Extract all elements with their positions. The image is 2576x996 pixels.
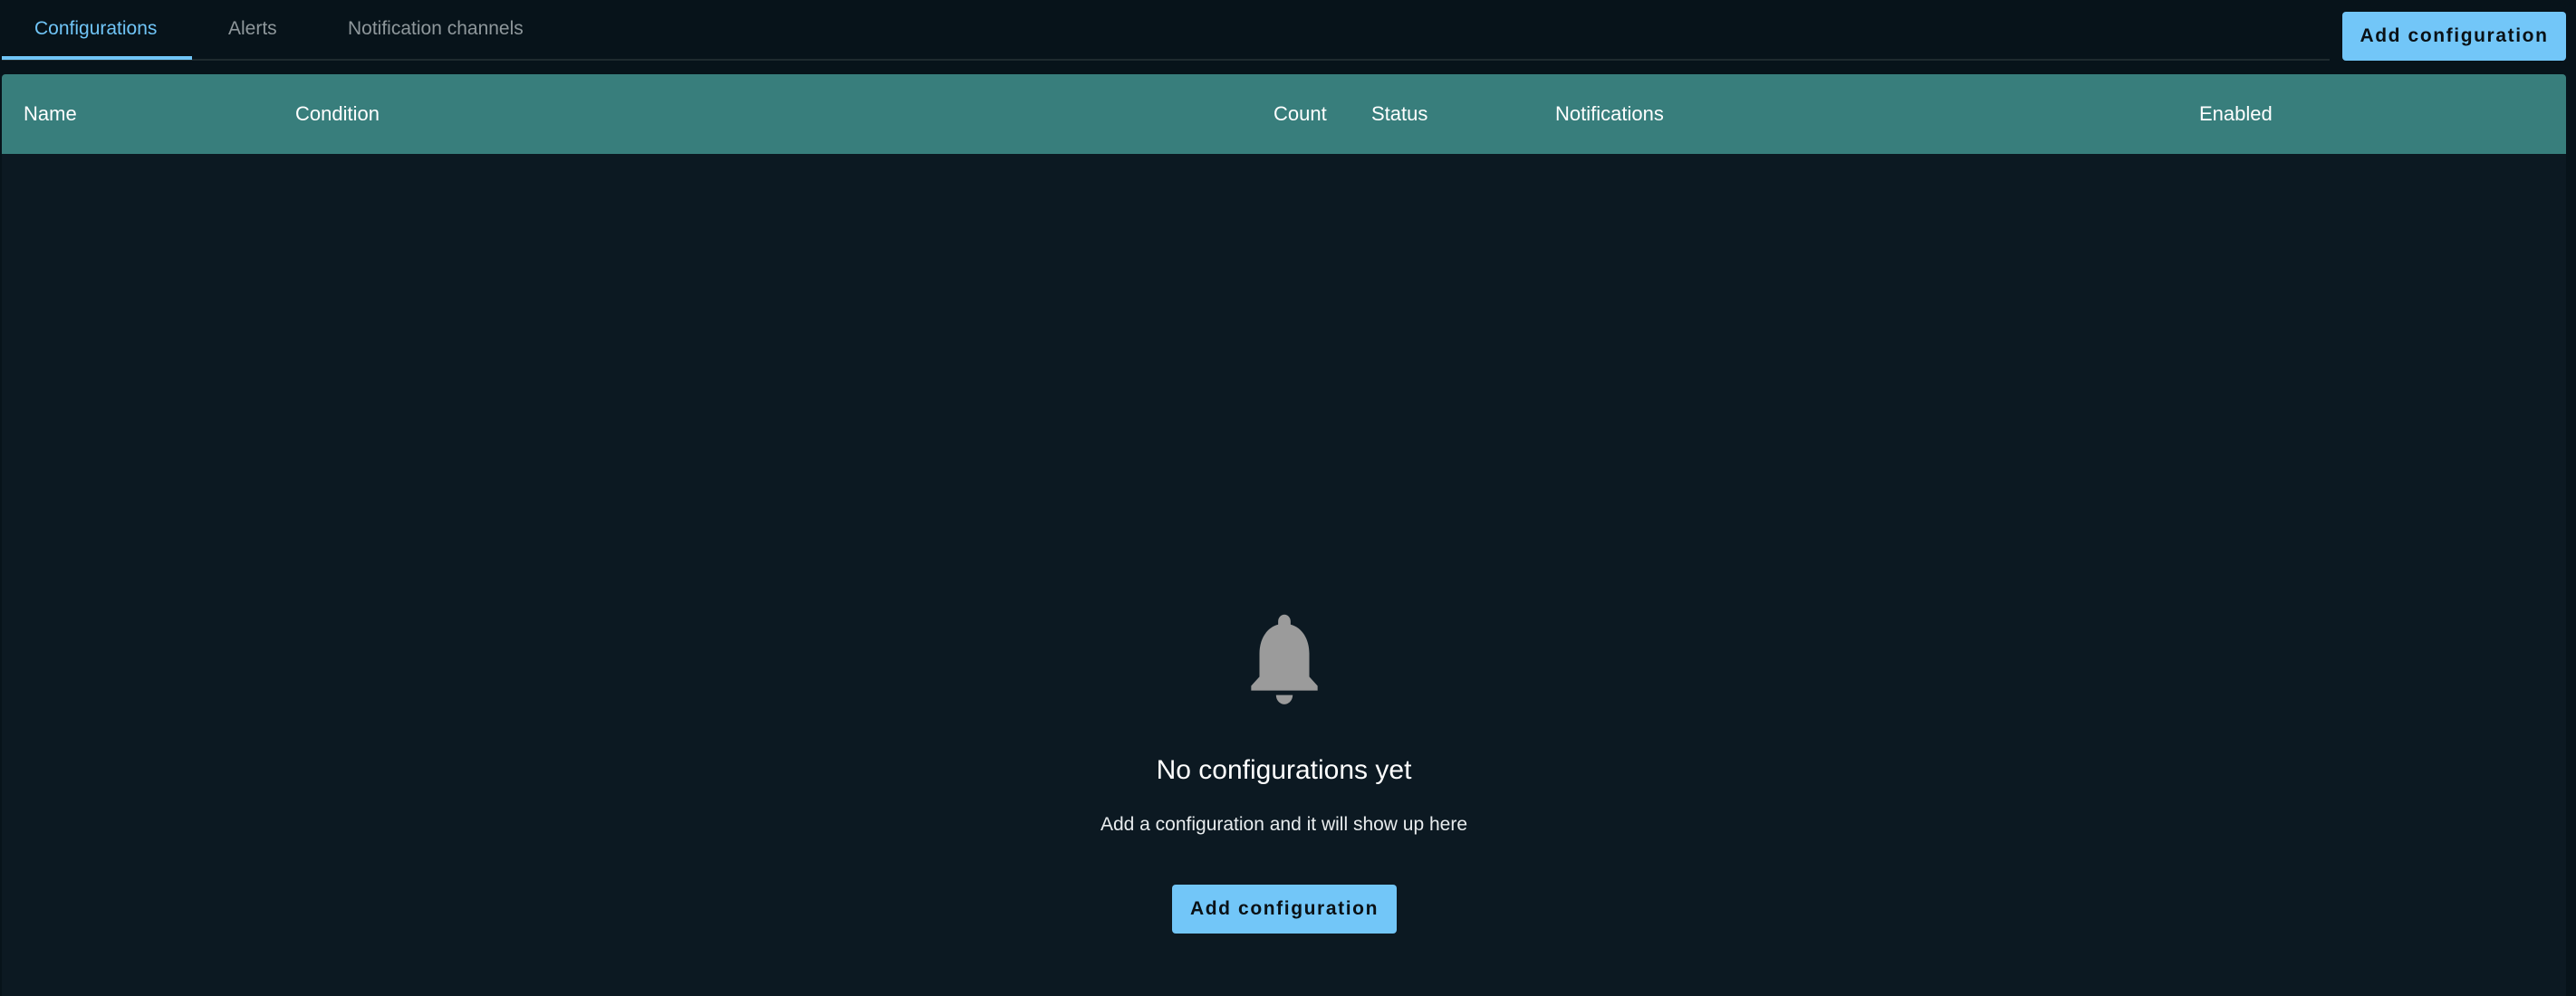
column-header-name[interactable]: Name (24, 74, 77, 154)
configurations-table: Name Condition Count Status Notification… (2, 74, 2566, 996)
add-configuration-button[interactable]: Add configuration (2342, 12, 2566, 61)
tab-notification-channels[interactable]: Notification channels (348, 13, 524, 45)
column-header-status[interactable]: Status (1371, 74, 1427, 154)
empty-state-add-configuration-button[interactable]: Add configuration (1172, 885, 1397, 934)
column-header-condition[interactable]: Condition (295, 74, 380, 154)
tabs-divider (2, 59, 2330, 61)
empty-state-subtitle: Add a configuration and it will show up … (1100, 814, 1468, 835)
column-header-count[interactable]: Count (1274, 74, 1327, 154)
tab-bar: Configurations Alerts Notification chann… (0, 0, 2576, 61)
tab-alerts[interactable]: Alerts (228, 13, 277, 45)
column-header-enabled[interactable]: Enabled (2199, 74, 2273, 154)
column-header-notifications[interactable]: Notifications (1555, 74, 1664, 154)
empty-state-title: No configurations yet (1156, 755, 1412, 785)
bell-icon (1235, 603, 1334, 713)
active-tab-indicator (2, 56, 192, 60)
tab-configurations[interactable]: Configurations (34, 13, 157, 45)
table-header: Name Condition Count Status Notification… (2, 74, 2566, 154)
